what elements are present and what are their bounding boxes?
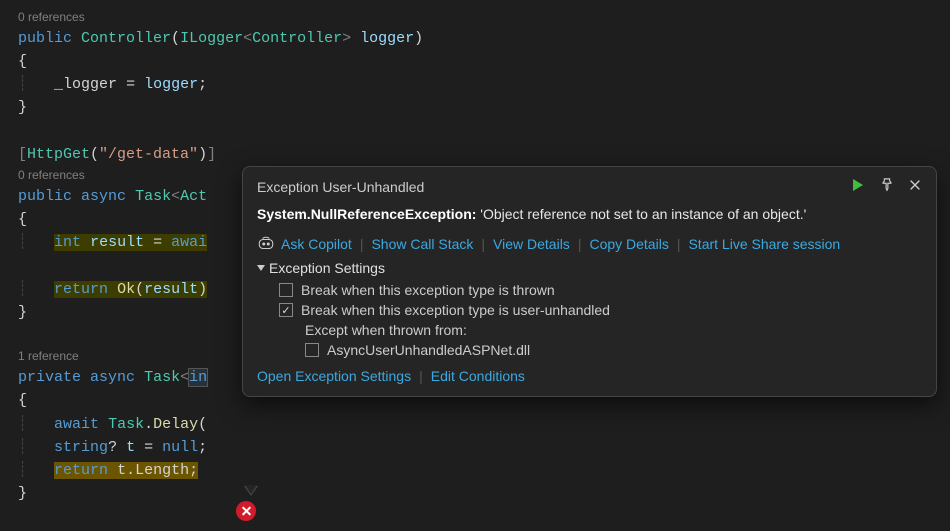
break-when-user-unhandled-row[interactable]: ✓ Break when this exception type is user… — [279, 300, 922, 320]
exception-message: System.NullReferenceException: 'Object r… — [257, 206, 922, 222]
except-when-thrown-label: Except when thrown from: — [305, 320, 922, 340]
code-line[interactable]: } — [18, 482, 950, 505]
code-line[interactable]: ┊ await Task.Delay( — [18, 413, 950, 436]
edit-conditions-link[interactable]: Edit Conditions — [431, 368, 525, 384]
exception-settings-header[interactable]: Exception Settings — [257, 260, 922, 276]
close-icon[interactable] — [908, 178, 922, 195]
chevron-down-icon — [257, 265, 265, 271]
checkbox-unchecked[interactable] — [279, 283, 293, 297]
view-details-link[interactable]: View Details — [493, 236, 570, 252]
checkbox-label: Break when this exception type is thrown — [301, 282, 555, 298]
checkbox-checked[interactable]: ✓ — [279, 303, 293, 317]
codelens[interactable]: 0 references — [18, 8, 950, 27]
exception-helper-popup: Exception User-Unhandled System.NullRefe… — [242, 166, 937, 397]
code-line[interactable]: ┊ string? t = null; — [18, 436, 950, 459]
code-line[interactable]: ┊ _logger = logger; — [18, 73, 950, 96]
error-icon[interactable] — [236, 501, 256, 521]
pin-icon[interactable] — [880, 178, 894, 195]
code-line[interactable]: } — [18, 96, 950, 119]
code-line[interactable]: { — [18, 50, 950, 73]
code-line[interactable]: ┊ return t.Length; — [18, 459, 950, 482]
show-call-stack-link[interactable]: Show Call Stack — [371, 236, 473, 252]
code-line[interactable]: [HttpGet("/get-data")] — [18, 143, 950, 166]
action-links: Ask Copilot | Show Call Stack | View Det… — [257, 236, 922, 252]
break-when-thrown-row[interactable]: Break when this exception type is thrown — [279, 280, 922, 300]
checkbox-label: AsyncUserUnhandledASPNet.dll — [327, 342, 530, 358]
checkbox-label: Break when this exception type is user-u… — [301, 302, 610, 318]
checkbox-unchecked[interactable] — [305, 343, 319, 357]
popup-title: Exception User-Unhandled — [257, 179, 424, 195]
start-live-share-link[interactable]: Start Live Share session — [688, 236, 840, 252]
ask-copilot-link[interactable]: Ask Copilot — [281, 236, 352, 252]
copilot-icon — [257, 236, 275, 252]
open-exception-settings-link[interactable]: Open Exception Settings — [257, 368, 411, 384]
continue-icon[interactable] — [850, 177, 866, 196]
code-line[interactable]: public Controller(ILogger<Controller> lo… — [18, 27, 950, 50]
except-module-row[interactable]: AsyncUserUnhandledASPNet.dll — [305, 340, 922, 360]
copy-details-link[interactable]: Copy Details — [589, 236, 668, 252]
